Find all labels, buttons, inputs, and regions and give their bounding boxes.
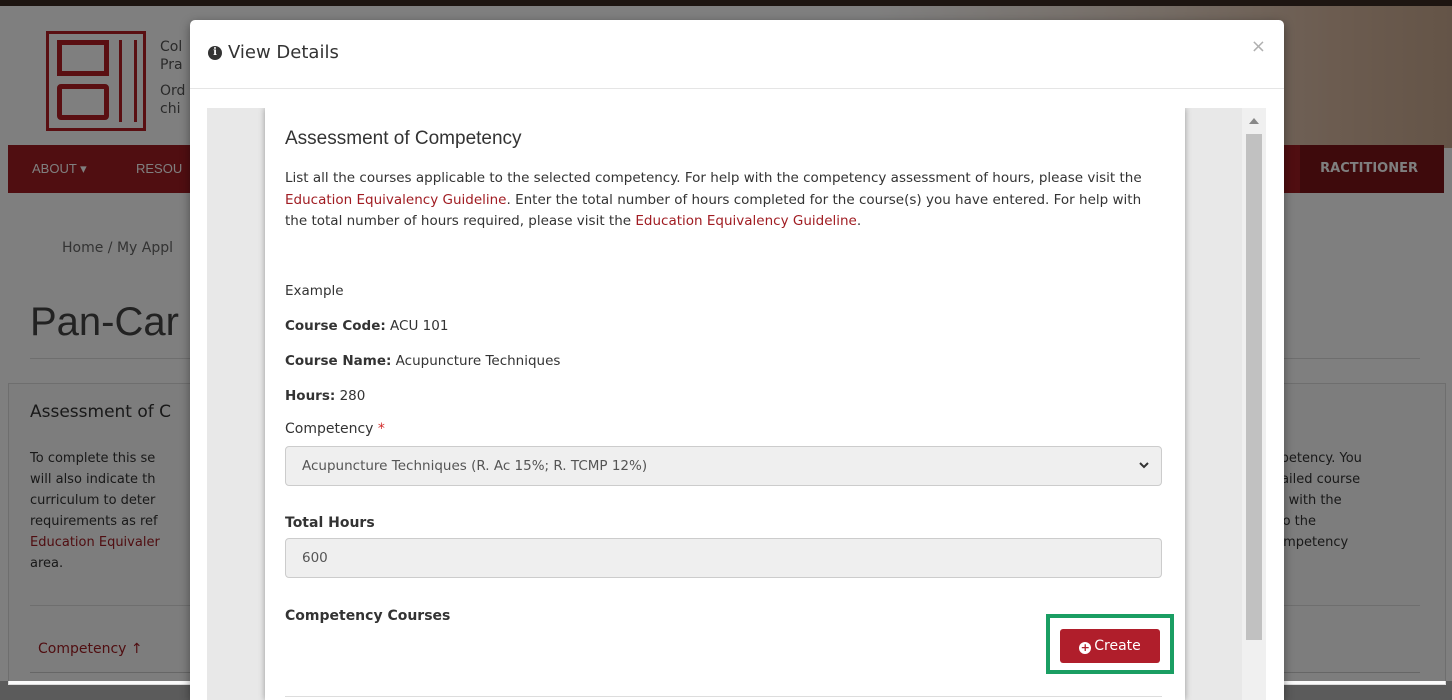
modal-title: View Details [228, 42, 339, 63]
competency-select[interactable]: Acupuncture Techniques (R. Ac 15%; R. TC… [285, 446, 1162, 486]
competency-label: Competency * [285, 421, 385, 437]
example-label: Example [285, 283, 344, 299]
plus-circle-icon: + [1079, 641, 1092, 654]
close-button[interactable]: × [1251, 36, 1266, 57]
modal-scrollbar[interactable] [1242, 108, 1266, 700]
divider [285, 696, 1162, 697]
create-button[interactable]: + Create [1060, 629, 1160, 663]
info-icon: i [208, 46, 222, 60]
modal-body: Assessment of Competency List all the co… [207, 108, 1266, 700]
education-guideline-link[interactable]: Education Equivalency Guideline [285, 192, 507, 208]
scrollbar-thumb[interactable] [1246, 134, 1262, 640]
modal-header: i View Details × [190, 20, 1284, 89]
view-details-modal: i View Details × Assessment of Competenc… [190, 20, 1284, 700]
competency-form: Assessment of Competency List all the co… [265, 108, 1185, 700]
form-heading: Assessment of Competency [285, 128, 522, 149]
competency-courses-label: Competency Courses [285, 608, 451, 624]
example-hours: Hours: 280 [285, 388, 366, 404]
chevron-down-icon [1139, 462, 1149, 469]
form-instructions: List all the courses applicable to the s… [285, 170, 1142, 230]
example-course-code: Course Code: ACU 101 [285, 318, 449, 334]
scroll-up-icon[interactable] [1249, 118, 1259, 124]
required-asterisk: * [377, 421, 385, 437]
example-course-name: Course Name: Acupuncture Techniques [285, 353, 561, 369]
total-hours-field[interactable]: 600 [285, 538, 1162, 578]
education-guideline-link[interactable]: Education Equivalency Guideline [635, 213, 857, 229]
total-hours-label: Total Hours [285, 515, 375, 531]
